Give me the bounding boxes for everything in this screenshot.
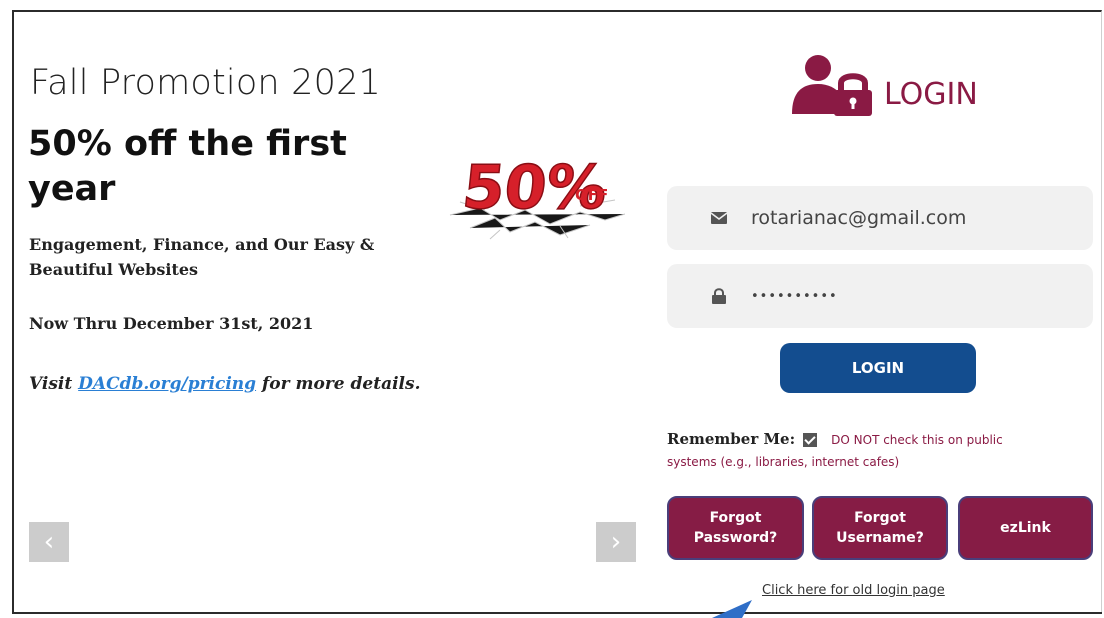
carousel-next-button[interactable]: ›	[596, 522, 636, 562]
email-value[interactable]: rotarianac@gmail.com	[751, 207, 966, 229]
promo-heading: Fall Promotion 2021	[30, 63, 382, 103]
promo-subheading: Engagement, Finance, and Our Easy & Beau…	[29, 235, 375, 279]
pricing-link[interactable]: DACdb.org/pricing	[78, 374, 256, 394]
badge-off-text: OFF	[575, 186, 608, 204]
remember-warning-line2: systems (e.g., libraries, internet cafes…	[667, 455, 900, 469]
remember-me-checkbox[interactable]	[803, 432, 818, 447]
email-field[interactable]: rotarianac@gmail.com	[667, 186, 1093, 250]
password-value[interactable]: ••••••••••	[751, 289, 838, 304]
login-title-text: LOGIN	[884, 77, 978, 112]
pointer-arrow-icon	[712, 600, 752, 618]
promo-visit-line: Visit DACdb.org/pricing for more details…	[29, 374, 421, 394]
remember-me-label: Remember Me:	[667, 430, 796, 448]
login-title: LOGIN	[790, 54, 978, 116]
carousel-prev-button[interactable]: ‹	[29, 522, 69, 562]
visit-suffix: for more details.	[256, 374, 421, 394]
forgot-username-button[interactable]: Forgot Username?	[812, 496, 948, 560]
password-field[interactable]: ••••••••••	[667, 264, 1093, 328]
fifty-percent-off-badge: 50% OFF	[449, 152, 626, 240]
old-login-link[interactable]: Click here for old login page	[762, 583, 945, 598]
visit-prefix: Visit	[29, 374, 79, 394]
remember-warning-line1: DO NOT check this on public	[831, 433, 1003, 447]
promo-headline: 50% off the first year	[28, 124, 347, 209]
remember-me-row: Remember Me: DO NOT check this on public …	[667, 428, 1087, 473]
ezlink-button[interactable]: ezLink	[958, 496, 1093, 560]
login-button[interactable]: LOGIN	[780, 343, 976, 393]
forgot-password-button[interactable]: Forgot Password?	[667, 496, 804, 560]
promo-dates: Now Thru December 31st, 2021	[29, 314, 314, 333]
frame-bottom-border	[12, 612, 1102, 614]
envelope-icon	[709, 212, 729, 224]
user-lock-icon	[792, 55, 872, 116]
lock-icon	[709, 288, 729, 304]
